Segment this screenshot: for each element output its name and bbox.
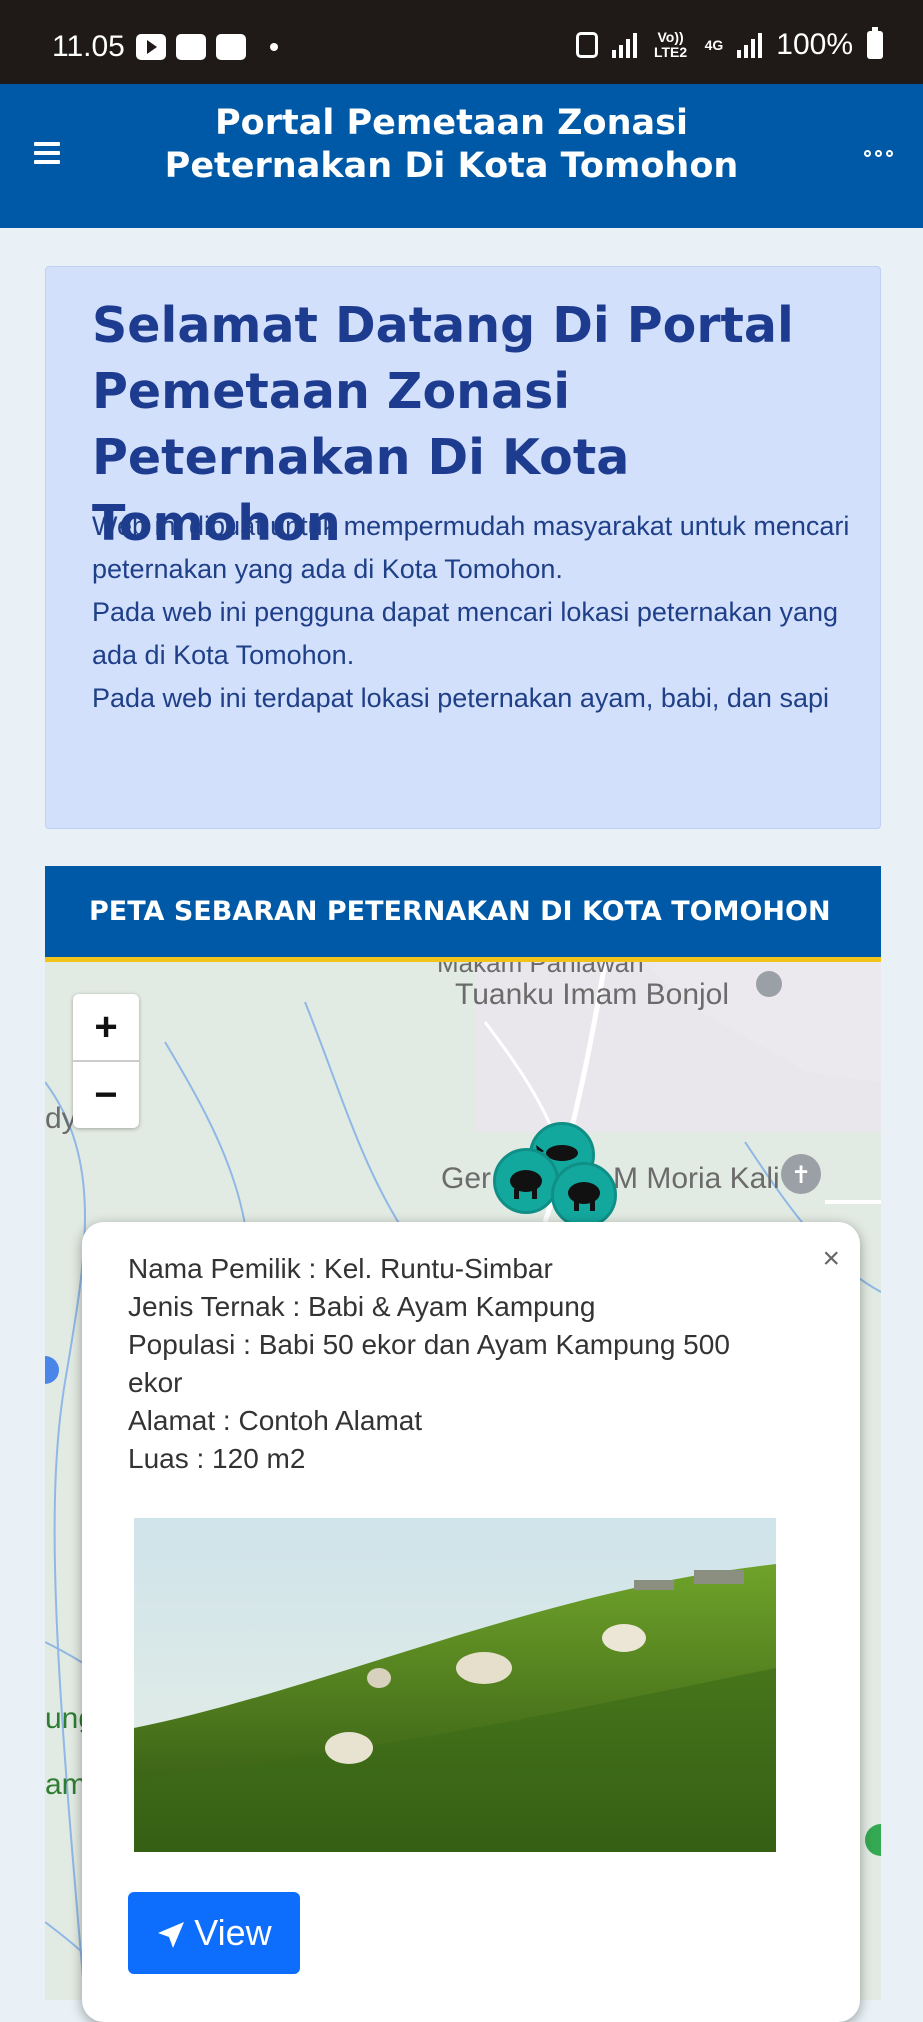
owner-text: Nama Pemilik : Kel. Runtu-Simbar <box>128 1253 553 1284</box>
zoom-out-button[interactable]: − <box>73 1062 139 1128</box>
hamburger-icon[interactable] <box>34 142 60 164</box>
welcome-card: Selamat Datang Di Portal Pemetaan Zonasi… <box>45 266 881 829</box>
area-text: Luas : 120 m2 <box>128 1443 306 1474</box>
map-label-cemetery: Makam Pahlawan <box>437 962 644 978</box>
navigation-arrow-icon <box>158 1922 185 1949</box>
address-text: Alamat : Contoh Alamat <box>128 1405 423 1436</box>
signal-icon-2 <box>737 32 763 58</box>
notification-icons <box>136 34 278 60</box>
welcome-paragraph-2: Pada web ini pengguna dapat mencari loka… <box>92 597 839 670</box>
map-section-title: PETA SEBARAN PETERNAKAN DI KOTA TOMOHON <box>89 896 831 927</box>
page-title: Portal Pemetaan Zonasi Peternakan Di Kot… <box>150 102 753 188</box>
map-label-moria: M Moria Kali <box>613 1162 780 1195</box>
farm-info-popup: × Nama Pemilik : Kel. Runtu-Simbar Jenis… <box>82 1222 860 2022</box>
svg-text:✝: ✝ <box>791 1161 811 1189</box>
title-line-2: Peternakan Di Kota Tomohon <box>164 146 739 186</box>
lte-label: Vo)) LTE2 <box>653 29 688 60</box>
youtube-icon <box>136 34 166 60</box>
app-header: Portal Pemetaan Zonasi Peternakan Di Kot… <box>0 84 923 228</box>
network-type: 4G <box>704 36 724 53</box>
map-label-edge-3: am <box>45 1768 87 1801</box>
shopping-bag-icon <box>176 34 206 60</box>
livestock-type-text: Jenis Ternak : Babi & Ayam Kampung <box>128 1291 596 1322</box>
welcome-description: Web ini dibuat untuk mempermudah masyara… <box>92 505 852 720</box>
farm-marker-pig[interactable] <box>493 1148 559 1214</box>
farm-photo <box>134 1518 776 1852</box>
farm-marker-pig-2[interactable] <box>551 1162 617 1228</box>
map-label-edge-1: dy <box>45 1102 77 1135</box>
map-label-tuanku: Tuanku Imam Bonjol <box>455 978 730 1011</box>
map-label-ger: Ger <box>441 1162 492 1195</box>
close-icon[interactable]: × <box>822 1242 840 1276</box>
title-line-1: Portal Pemetaan Zonasi <box>215 103 688 143</box>
more-notifications-icon <box>270 43 278 51</box>
map-section-header: PETA SEBARAN PETERNAKAN DI KOTA TOMOHON <box>45 866 881 962</box>
clock: 11.05 <box>52 30 125 63</box>
status-icons: Vo)) LTE2 4G 100% <box>575 27 883 62</box>
farm-details: Nama Pemilik : Kel. Runtu-Simbar Jenis T… <box>128 1250 768 1478</box>
view-button-label: View <box>194 1912 272 1953</box>
tripadvisor-icon <box>216 34 246 60</box>
more-horizontal-icon[interactable] <box>864 150 893 157</box>
pig-icon <box>510 1170 542 1199</box>
battery-percent: 100% <box>776 28 853 61</box>
signal-icon <box>611 32 637 58</box>
pig-icon <box>568 1182 600 1211</box>
status-bar: 11.05 Vo)) LTE2 4G 100% <box>0 0 923 84</box>
population-text: Populasi : Babi 50 ekor dan Ayam Kampung… <box>128 1329 730 1398</box>
zoom-control: + − <box>73 994 139 1128</box>
battery-icon <box>867 27 883 59</box>
welcome-paragraph-3: Pada web ini terdapat lokasi peternakan … <box>92 683 829 713</box>
welcome-paragraph-1: Web ini dibuat untuk mempermudah masyara… <box>92 511 850 584</box>
zoom-in-button[interactable]: + <box>73 994 139 1062</box>
view-button[interactable]: View <box>128 1892 300 1974</box>
data-saver-icon <box>575 32 598 58</box>
